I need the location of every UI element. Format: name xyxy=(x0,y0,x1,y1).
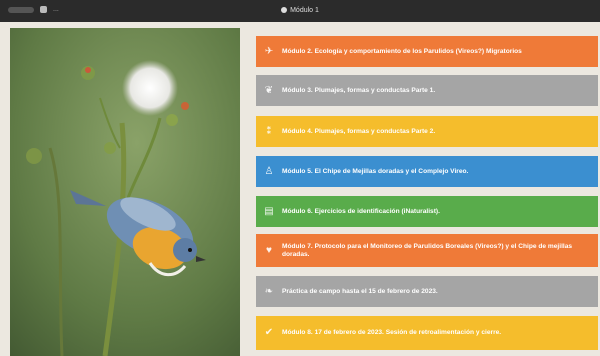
module-label: Módulo 8. 17 de febrero de 2023. Sesión … xyxy=(282,329,502,336)
module-label: Módulo 6. Ejercicios de identificación (… xyxy=(282,207,440,215)
heart-icon: ♥ xyxy=(266,244,272,256)
module-3-link[interactable]: ❦ Módulo 3. Plumajes, formas y conductas… xyxy=(256,75,598,106)
window-titlebar: ... Módulo 1 xyxy=(0,0,600,22)
module-8-link[interactable]: ✔ Módulo 8. 17 de febrero de 2023. Sesió… xyxy=(256,316,598,350)
window-title-text: Módulo 1 xyxy=(290,7,319,14)
calendar-icon: ▤ xyxy=(264,205,274,217)
field-practice-link[interactable]: ❧ Práctica de campo hasta el 15 de febre… xyxy=(256,276,598,307)
module-label: Práctica de campo hasta el 15 de febrero… xyxy=(282,287,438,295)
feather-icon: ❦ xyxy=(264,84,274,96)
module-label: Módulo 3. Plumajes, formas y conductas P… xyxy=(282,86,436,94)
footprints-icon: ⁑ xyxy=(266,125,272,137)
module-label: Módulo 2. Ecología y comportamiento de l… xyxy=(282,47,522,55)
module-7-link[interactable]: ♥ Módulo 7. Protocolo para el Monitoreo … xyxy=(256,234,598,267)
module-4-link[interactable]: ⁑ Módulo 4. Plumajes, formas y conductas… xyxy=(256,116,598,147)
slide-canvas: ✈ Módulo 2. Ecología y comportamiento de… xyxy=(0,22,600,356)
module-2-link[interactable]: ✈ Módulo 2. Ecología y comportamiento de… xyxy=(256,36,598,67)
bird-icon: ✈ xyxy=(264,45,274,57)
module-label: Módulo 7. Protocolo para el Monitoreo de… xyxy=(282,242,573,258)
module-5-link[interactable]: ♙ Módulo 5. El Chipe de Mejillas doradas… xyxy=(256,156,598,187)
window-title: Módulo 1 xyxy=(0,7,600,14)
module-label: Módulo 5. El Chipe de Mejillas doradas y… xyxy=(282,167,469,175)
module-6-link[interactable]: ▤ Módulo 6. Ejercicios de identificación… xyxy=(256,196,598,227)
module-label: Módulo 4. Plumajes, formas y conductas P… xyxy=(282,127,436,135)
warbler-photo xyxy=(10,28,240,356)
document-icon xyxy=(281,7,288,13)
person-icon: ♙ xyxy=(264,165,274,177)
bird-icon: ❧ xyxy=(264,285,274,297)
check-icon: ✔ xyxy=(264,327,274,338)
